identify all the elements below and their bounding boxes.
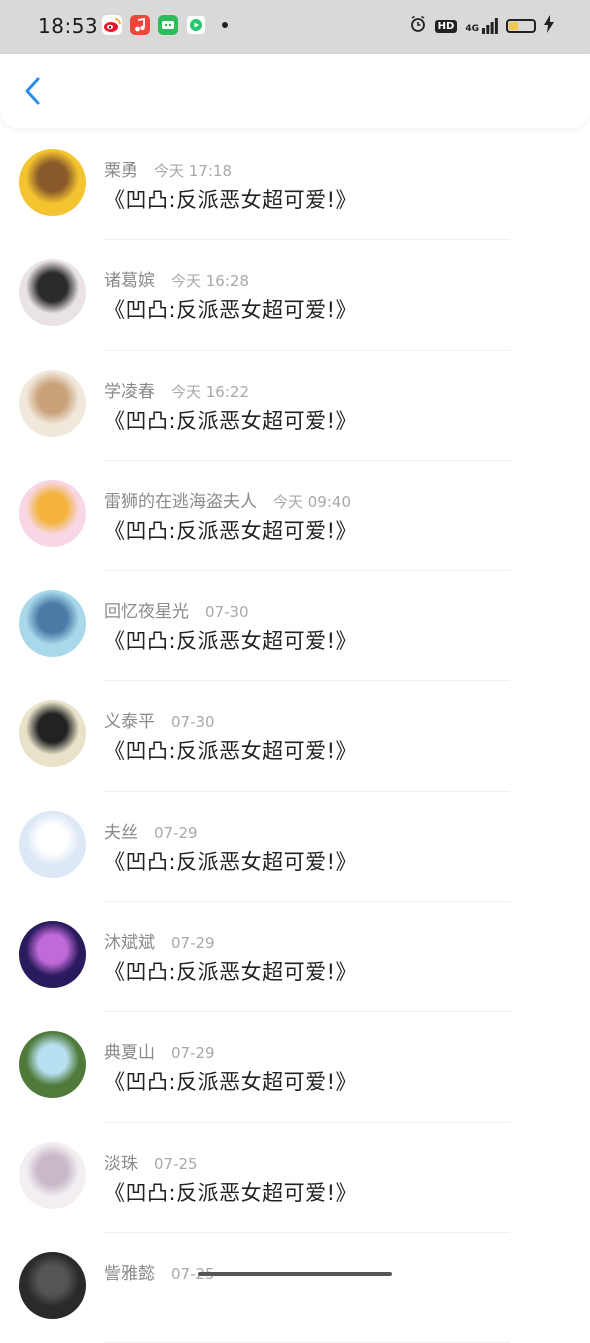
avatar[interactable] (19, 259, 86, 327)
avatar[interactable] (19, 479, 86, 547)
comment-time: 今天 17:18 (154, 162, 232, 180)
list-item[interactable]: 诸葛嫔 今天 16:28 《凹凸:反派恶女超可爱!》 (0, 240, 590, 351)
commenter-name[interactable]: 夫丝 07-29 (104, 818, 198, 843)
wechat-mini-icon (158, 15, 178, 35)
commenter-name[interactable]: 回忆夜星光 07-30 (104, 597, 249, 622)
video-icon (186, 15, 206, 35)
commenter-name[interactable]: 义泰平 07-30 (104, 707, 215, 732)
commenter-name-text[interactable]: 诸葛嫔 (104, 271, 155, 291)
avatar[interactable] (19, 369, 86, 437)
commenter-name-text[interactable]: 淡珠 (104, 1154, 138, 1174)
battery-level (509, 22, 519, 30)
list-item[interactable]: 学凌春 今天 16:22 《凹凸:反派恶女超可爱!》 (0, 351, 590, 461)
status-bar: 18:53 HD 4G (0, 0, 590, 54)
comment-time: 07-25 (154, 1154, 198, 1173)
hd-badge: HD (434, 19, 458, 33)
list-item[interactable]: 沐斌斌 07-29 《凹凸:反派恶女超可爱!》 (0, 902, 590, 1013)
comment-message: 《凹凸:反派恶女超可爱!》 (104, 188, 357, 212)
comment-message: 《凹凸:反派恶女超可爱!》 (104, 739, 357, 764)
list-item[interactable]: 回忆夜星光 07-30 《凹凸:反派恶女超可爱!》 (0, 571, 590, 682)
avatar[interactable] (19, 1251, 86, 1319)
network-type: 4G (465, 24, 479, 34)
list-item[interactable]: 雷狮的在逃海盗夫人 今天 09:40 《凹凸:反派恶女超可爱!》 (0, 461, 590, 572)
avatar[interactable] (19, 810, 86, 878)
list-item[interactable]: 栗勇 今天 17:18 《凹凸:反派恶女超可爱!》 (0, 130, 590, 241)
commenter-name-text[interactable]: 典夏山 (104, 1043, 155, 1063)
comment-message: 《凹凸:反派恶女超可爱!》 (104, 298, 357, 323)
list-item[interactable]: 典夏山 07-29 《凹凸:反派恶女超可爱!》 (0, 1012, 590, 1123)
list-item[interactable]: 淡珠 07-25 《凹凸:反派恶女超可爱!》 (0, 1123, 590, 1233)
back-button[interactable] (16, 74, 50, 108)
comment-message: 《凹凸:反派恶女超可爱!》 (104, 408, 357, 433)
commenter-name-text[interactable]: 义泰平 (104, 712, 155, 732)
weibo-icon (102, 15, 122, 35)
status-time: 18:53 (38, 14, 99, 38)
avatar[interactable] (19, 1031, 86, 1099)
avatar[interactable] (19, 590, 86, 658)
music-icon (130, 15, 150, 35)
commenter-name[interactable]: 淡珠 07-25 (104, 1149, 198, 1174)
list-item[interactable]: 夫丝 07-29 《凹凸:反派恶女超可爱!》 (0, 792, 590, 903)
comment-time: 07-30 (205, 603, 249, 622)
commenter-name-text[interactable]: 栗勇 (104, 161, 138, 181)
list-item[interactable]: 訾雅懿 07-25 (0, 1233, 590, 1343)
comment-time: 今天 16:22 (171, 382, 249, 401)
commenter-name-text[interactable]: 学凌春 (104, 382, 155, 402)
chevron-left-icon (25, 77, 40, 105)
comment-message: 《凹凸:反派恶女超可爱!》 (104, 518, 357, 543)
commenter-name-text[interactable]: 夫丝 (104, 823, 138, 843)
comment-time: 07-29 (171, 934, 215, 953)
avatar[interactable] (19, 1141, 86, 1209)
avatar[interactable] (19, 921, 86, 989)
comment-message: 《凹凸:反派恶女超可爱!》 (104, 849, 357, 874)
page-header (0, 54, 590, 128)
battery-icon (506, 19, 536, 33)
status-indicators: HD 4G (409, 15, 554, 37)
comment-list: 栗勇 今天 17:18 《凹凸:反派恶女超可爱!》 诸葛嫔 今天 16:28 《凹凸:反派… (0, 130, 590, 1343)
avatar[interactable] (19, 149, 86, 216)
comment-time: 07-30 (171, 713, 215, 732)
commenter-name[interactable]: 沐斌斌 07-29 (104, 928, 215, 953)
commenter-name[interactable]: 诸葛嫔 今天 16:28 (104, 266, 249, 291)
commenter-name-text[interactable]: 回忆夜星光 (104, 602, 189, 622)
comment-time: 今天 09:40 (273, 492, 351, 511)
comment-message: 《凹凸:反派恶女超可爱!》 (104, 1070, 357, 1095)
comment-message: 《凹凸:反派恶女超可爱!》 (104, 960, 357, 985)
commenter-name[interactable]: 栗勇 今天 17:18 (104, 156, 232, 181)
commenter-name-text[interactable]: 沐斌斌 (104, 933, 155, 953)
comment-message: 《凹凸:反派恶女超可爱!》 (104, 1180, 357, 1205)
comment-time: 07-29 (154, 823, 198, 842)
notification-icons (102, 15, 228, 35)
list-item[interactable]: 义泰平 07-30 《凹凸:反派恶女超可爱!》 (0, 681, 590, 792)
commenter-name[interactable]: 典夏山 07-29 (104, 1038, 215, 1063)
comment-message: 《凹凸:反派恶女超可爱!》 (104, 629, 357, 654)
charging-icon (544, 15, 554, 37)
alarm-icon (409, 15, 427, 37)
commenter-name[interactable]: 学凌春 今天 16:22 (104, 377, 249, 402)
comment-time: 今天 16:28 (171, 272, 249, 291)
home-indicator[interactable] (198, 1272, 392, 1276)
comment-time: 07-29 (171, 1044, 215, 1063)
signal-icon: 4G (465, 18, 498, 34)
avatar[interactable] (19, 700, 86, 768)
commenter-name[interactable]: 雷狮的在逃海盗夫人 今天 09:40 (104, 487, 351, 512)
more-notifications-dot (222, 22, 228, 28)
commenter-name-text[interactable]: 雷狮的在逃海盗夫人 (104, 492, 257, 512)
commenter-name-text[interactable]: 訾雅懿 (104, 1264, 155, 1284)
